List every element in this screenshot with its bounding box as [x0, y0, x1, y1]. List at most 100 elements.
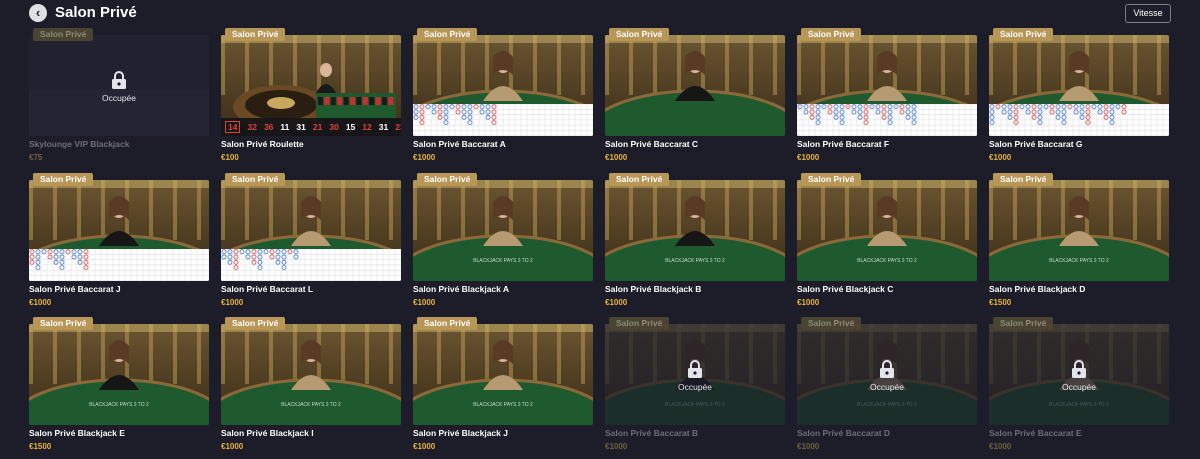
- table-thumbnail[interactable]: BLACKJACK PAYS 3 TO 2: [413, 180, 593, 281]
- svg-text:BLACKJACK PAYS 3 TO 2: BLACKJACK PAYS 3 TO 2: [89, 402, 149, 408]
- table-name: Salon Privé Baccarat L: [221, 284, 314, 294]
- table-thumbnail[interactable]: BLACKJACK PAYS 3 TO 2Occupée: [605, 324, 785, 425]
- table-scene: BLACKJACK PAYS 3 TO 2: [605, 180, 785, 281]
- table-min-bet: €1000: [989, 442, 1012, 451]
- table-thumbnail[interactable]: [29, 180, 209, 281]
- occupied-overlay: Occupée: [605, 324, 785, 425]
- lock-icon: [688, 360, 702, 378]
- table-name: Salon Privé Roulette: [221, 139, 304, 149]
- table-thumbnail[interactable]: [797, 35, 977, 136]
- salon-prive-badge: Salon Privé: [993, 28, 1054, 41]
- table-min-bet: €1000: [413, 442, 436, 451]
- bead-road-scoreboard: [29, 248, 209, 281]
- bead-road-scoreboard: [221, 248, 401, 281]
- table-name: Salon Privé Baccarat F: [797, 139, 890, 149]
- table-card[interactable]: 14 32 36 11 31 21 30 15 12 31 23 Salon Privé Salon P…: [221, 28, 401, 162]
- salon-prive-badge: Salon Privé: [609, 28, 670, 41]
- salon-prive-badge: Salon Privé: [609, 173, 670, 186]
- bead-road-scoreboard: [413, 103, 593, 136]
- table-name: Salon Privé Blackjack E: [29, 428, 125, 438]
- table-thumbnail[interactable]: [221, 180, 401, 281]
- table-min-bet: €1000: [605, 442, 628, 451]
- table-thumbnail[interactable]: [413, 35, 593, 136]
- salon-prive-badge: Salon Privé: [33, 28, 94, 41]
- salon-prive-badge: Salon Privé: [33, 317, 94, 330]
- table-scene: BLACKJACK PAYS 3 TO 2: [413, 324, 593, 425]
- bead-road-scoreboard: [989, 103, 1169, 136]
- table-min-bet: €1000: [797, 153, 820, 162]
- back-arrow-icon[interactable]: ‹: [29, 4, 47, 22]
- table-card[interactable]: BLACKJACK PAYS 3 TO 2 Salon Privé Salon Pr…: [989, 173, 1169, 307]
- table-thumbnail[interactable]: [989, 35, 1169, 136]
- table-thumbnail[interactable]: [605, 35, 785, 136]
- salon-prive-badge: Salon Privé: [609, 317, 670, 330]
- table-card[interactable]: BLACKJACK PAYS 3 TO 2 Salon Privé Salon Pr…: [221, 317, 401, 451]
- table-name: Salon Privé Baccarat J: [29, 284, 121, 294]
- table-card[interactable]: BLACKJACK PAYS 3 TO 2OccupéeSalon Privé S…: [989, 317, 1169, 451]
- table-name: Skylounge VIP Blackjack: [29, 139, 130, 149]
- roulette-result: 32: [247, 122, 257, 132]
- table-card[interactable]: Salon Privé Salon Privé Baccarat A €1000: [413, 28, 593, 162]
- table-name: Salon Privé Blackjack D: [989, 284, 1086, 294]
- salon-prive-badge: Salon Privé: [225, 173, 286, 186]
- roulette-result: 15: [345, 122, 356, 132]
- salon-prive-badge: Salon Privé: [417, 28, 478, 41]
- occupied-label: Occupée: [869, 382, 905, 392]
- table-card[interactable]: Salon Privé Salon Privé Baccarat J €1000: [29, 173, 209, 307]
- table-min-bet: €1500: [989, 298, 1012, 307]
- table-card[interactable]: Occupée Salon Privé Skylounge VIP Blackjac…: [29, 28, 209, 162]
- table-card[interactable]: Salon Privé Salon Privé Baccarat G €1000: [989, 28, 1169, 162]
- table-thumbnail[interactable]: BLACKJACK PAYS 3 TO 2: [605, 180, 785, 281]
- lock-icon: [112, 71, 126, 89]
- table-min-bet: €75: [29, 153, 43, 162]
- table-thumbnail[interactable]: 14 32 36 11 31 21 30 15 12 31 23: [221, 35, 401, 136]
- table-min-bet: €1000: [605, 153, 628, 162]
- table-card[interactable]: Salon Privé Salon Privé Baccarat C €1000: [605, 28, 785, 162]
- speed-button[interactable]: Vitesse: [1125, 4, 1171, 23]
- table-name: Salon Privé Baccarat A: [413, 139, 506, 149]
- table-thumbnail[interactable]: BLACKJACK PAYS 3 TO 2: [413, 324, 593, 425]
- roulette-result: 12: [362, 122, 372, 132]
- table-card[interactable]: BLACKJACK PAYS 3 TO 2 Salon Privé Salon Pr…: [605, 173, 785, 307]
- svg-text:BLACKJACK PAYS 3 TO 2: BLACKJACK PAYS 3 TO 2: [473, 402, 533, 408]
- table-thumbnail[interactable]: BLACKJACK PAYS 3 TO 2Occupée: [797, 324, 977, 425]
- table-card[interactable]: BLACKJACK PAYS 3 TO 2 Salon Privé Salon Pr…: [413, 173, 593, 307]
- table-card[interactable]: BLACKJACK PAYS 3 TO 2 Salon Privé Salon Pr…: [29, 317, 209, 451]
- page-title: Salon Privé: [55, 4, 137, 21]
- table-name: Salon Privé Baccarat E: [989, 428, 1082, 438]
- roulette-result: 31: [378, 122, 389, 132]
- table-scene: BLACKJACK PAYS 3 TO 2: [797, 180, 977, 281]
- table-name: Salon Privé Baccarat B: [605, 428, 699, 438]
- table-thumbnail[interactable]: Occupée: [29, 35, 209, 136]
- table-min-bet: €1000: [797, 442, 820, 451]
- lock-icon: [1072, 360, 1086, 378]
- table-thumbnail[interactable]: BLACKJACK PAYS 3 TO 2Occupée: [989, 324, 1169, 425]
- table-name: Salon Privé Blackjack A: [413, 284, 510, 294]
- table-card[interactable]: BLACKJACK PAYS 3 TO 2 Salon Privé Salon Pr…: [797, 173, 977, 307]
- table-min-bet: €1000: [989, 153, 1012, 162]
- table-card[interactable]: Salon Privé Salon Privé Baccarat L €1000: [221, 173, 401, 307]
- table-thumbnail[interactable]: BLACKJACK PAYS 3 TO 2: [797, 180, 977, 281]
- roulette-result: 23: [395, 122, 401, 132]
- salon-prive-badge: Salon Privé: [225, 28, 286, 41]
- table-name: Salon Privé Blackjack B: [605, 284, 702, 294]
- table-name: Salon Privé Baccarat D: [797, 428, 891, 438]
- table-min-bet: €1000: [797, 298, 820, 307]
- table-min-bet: €1000: [221, 298, 244, 307]
- roulette-result: 31: [296, 122, 306, 132]
- roulette-result: 21: [312, 122, 323, 132]
- lock-icon: [880, 360, 894, 378]
- svg-text:BLACKJACK PAYS 3 TO 2: BLACKJACK PAYS 3 TO 2: [665, 258, 725, 264]
- salon-prive-badge: Salon Privé: [417, 317, 478, 330]
- table-min-bet: €1000: [413, 298, 436, 307]
- table-thumbnail[interactable]: BLACKJACK PAYS 3 TO 2: [221, 324, 401, 425]
- table-card[interactable]: BLACKJACK PAYS 3 TO 2OccupéeSalon Privé S…: [605, 317, 785, 451]
- roulette-result: 14: [225, 121, 241, 133]
- svg-text:BLACKJACK PAYS 3 TO 2: BLACKJACK PAYS 3 TO 2: [857, 258, 917, 264]
- table-card[interactable]: Salon Privé Salon Privé Baccarat F €1000: [797, 28, 977, 162]
- table-card[interactable]: BLACKJACK PAYS 3 TO 2 Salon Privé Salon Pr…: [413, 317, 593, 451]
- table-name: Salon Privé Blackjack I: [221, 428, 314, 438]
- table-card[interactable]: BLACKJACK PAYS 3 TO 2OccupéeSalon Privé S…: [797, 317, 977, 451]
- table-thumbnail[interactable]: BLACKJACK PAYS 3 TO 2: [989, 180, 1169, 281]
- table-thumbnail[interactable]: BLACKJACK PAYS 3 TO 2: [29, 324, 209, 425]
